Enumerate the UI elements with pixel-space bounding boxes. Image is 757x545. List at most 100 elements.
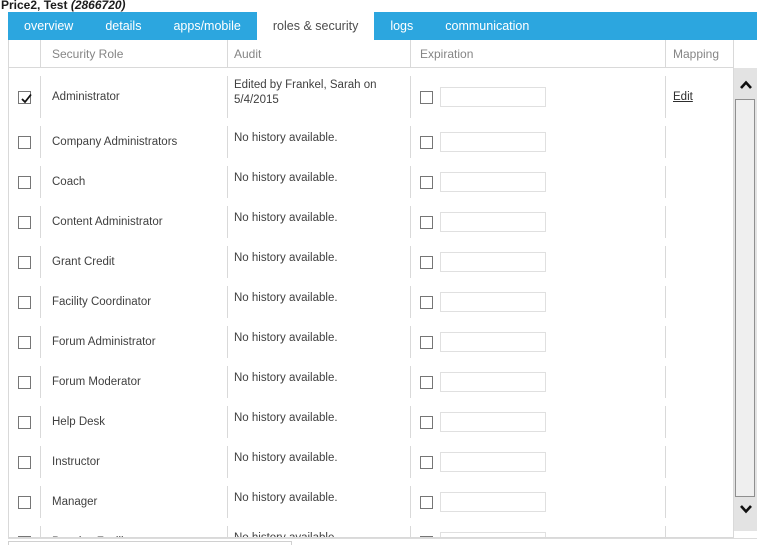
audit-cell: No history available. — [228, 286, 411, 318]
audit-text: No history available. — [234, 332, 338, 344]
expiration-date-input[interactable] — [440, 252, 546, 272]
security-role-cell: Grant Credit — [41, 246, 228, 278]
audit-cell: No history available. — [228, 446, 411, 478]
mapping-cell — [666, 166, 733, 198]
clipped-input-below-table[interactable] — [8, 541, 292, 545]
expiration-checkbox[interactable] — [420, 175, 433, 189]
tab-overview[interactable]: overview — [8, 12, 89, 40]
expiration-date-input[interactable] — [440, 172, 546, 192]
tab-communication[interactable]: communication — [429, 12, 545, 40]
select-cell — [9, 486, 41, 518]
role-select-checkbox[interactable] — [18, 335, 31, 349]
mapping-cell — [666, 446, 733, 478]
expiration-date-input[interactable] — [440, 132, 546, 152]
audit-text: No history available. — [234, 412, 338, 424]
page-title: Price2, Test (2866720) — [1, 0, 126, 12]
table-row: Forum Moderator No history available. — [9, 358, 733, 398]
expiration-date-input[interactable] — [440, 452, 546, 472]
select-cell — [9, 526, 41, 537]
table-row: Company Administrators No history availa… — [9, 118, 733, 158]
role-select-checkbox[interactable] — [18, 415, 31, 429]
expiration-date-input[interactable] — [440, 412, 546, 432]
expiration-cell — [411, 326, 666, 358]
expiration-checkbox[interactable] — [420, 455, 433, 469]
expiration-checkbox[interactable] — [420, 335, 433, 349]
audit-text: No history available. — [234, 172, 338, 184]
select-cell — [9, 446, 41, 478]
vertical-scrollbar[interactable] — [734, 68, 757, 531]
role-select-checkbox[interactable] — [18, 455, 31, 469]
expiration-checkbox[interactable] — [420, 255, 433, 269]
expiration-date-input[interactable] — [440, 332, 546, 352]
scrollbar-thumb[interactable] — [735, 99, 755, 497]
audit-cell: Edited by Frankel, Sarah on 5/4/2015 — [228, 76, 411, 118]
header-audit: Audit — [228, 40, 411, 67]
security-role-label: Manager — [52, 496, 98, 508]
audit-text: No history available. — [234, 452, 338, 464]
expiration-checkbox[interactable] — [420, 415, 433, 429]
expiration-checkbox[interactable] — [420, 135, 433, 149]
table-header-row: Security Role Audit Expiration Mapping — [9, 40, 733, 68]
expiration-checkbox[interactable] — [420, 375, 433, 389]
role-select-checkbox[interactable] — [18, 215, 31, 229]
expiration-checkbox[interactable] — [420, 295, 433, 309]
security-role-cell: Forum Moderator — [41, 366, 228, 398]
audit-cell: No history available. — [228, 406, 411, 438]
user-admin-page: Price2, Test (2866720) overview details … — [0, 0, 757, 545]
security-role-cell: Forum Administrator — [41, 326, 228, 358]
audit-cell: No history available. — [228, 126, 411, 158]
mapping-cell — [666, 326, 733, 358]
audit-cell: No history available. — [228, 486, 411, 518]
mapping-cell — [666, 366, 733, 398]
chevron-down-icon — [738, 503, 754, 515]
header-security-role: Security Role — [41, 40, 228, 67]
tab-logs[interactable]: logs — [374, 12, 429, 40]
role-select-checkbox[interactable] — [18, 135, 31, 149]
mapping-cell: Edit — [666, 76, 733, 118]
role-select-checkbox[interactable] — [18, 295, 31, 309]
tab-apps-mobile[interactable]: apps/mobile — [157, 12, 256, 40]
security-role-label: Company Administrators — [52, 136, 178, 148]
select-cell — [9, 326, 41, 358]
security-role-cell: Facility Coordinator — [41, 286, 228, 318]
table-bottom-border — [8, 538, 757, 539]
table-row: Help Desk No history available. — [9, 398, 733, 438]
audit-text: Edited by Frankel, Sarah on 5/4/2015 — [234, 79, 377, 106]
role-select-checkbox[interactable] — [18, 495, 31, 509]
role-select-checkbox[interactable] — [18, 255, 31, 269]
audit-cell: No history available. — [228, 366, 411, 398]
audit-text: No history available. — [234, 292, 338, 304]
role-select-checkbox[interactable] — [18, 375, 31, 389]
mapping-edit-link[interactable]: Edit — [673, 91, 693, 103]
expiration-cell — [411, 366, 666, 398]
security-role-label: Content Administrator — [52, 216, 163, 228]
expiration-cell — [411, 446, 666, 478]
expiration-date-input[interactable] — [440, 212, 546, 232]
audit-text: No history available. — [234, 532, 338, 538]
expiration-cell — [411, 526, 666, 537]
expiration-date-input[interactable] — [440, 292, 546, 312]
expiration-checkbox[interactable] — [420, 215, 433, 229]
role-select-checkbox[interactable] — [18, 90, 32, 104]
expiration-date-input[interactable] — [440, 492, 546, 512]
tab-roles-security[interactable]: roles & security — [256, 12, 375, 40]
security-role-cell: Company Administrators — [41, 126, 228, 158]
expiration-checkbox[interactable] — [420, 495, 433, 509]
expiration-checkbox[interactable] — [420, 90, 433, 104]
table-row: Practice Facilitator No history availabl… — [9, 518, 733, 538]
role-select-checkbox[interactable] — [18, 175, 31, 189]
scroll-up-button[interactable] — [734, 76, 757, 94]
tab-details[interactable]: details — [89, 12, 157, 40]
expiration-date-input[interactable] — [440, 87, 546, 107]
table-row: Grant Credit No history available. — [9, 238, 733, 278]
security-role-cell: Content Administrator — [41, 206, 228, 238]
expiration-cell — [411, 406, 666, 438]
mapping-cell — [666, 246, 733, 278]
table-row: Facility Coordinator No history availabl… — [9, 278, 733, 318]
expiration-date-input[interactable] — [440, 372, 546, 392]
tab-bar: overview details apps/mobile roles & sec… — [8, 12, 757, 40]
mapping-cell — [666, 286, 733, 318]
audit-cell: No history available. — [228, 206, 411, 238]
scroll-down-button[interactable] — [734, 500, 757, 518]
select-cell — [9, 76, 41, 118]
